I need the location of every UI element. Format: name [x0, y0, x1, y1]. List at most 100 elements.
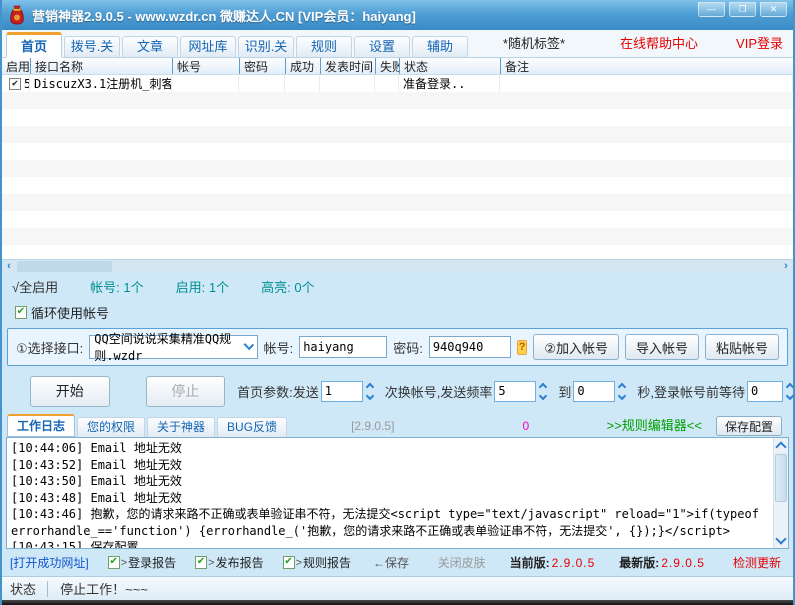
- log-line: [10:43:52] Email 地址无效: [11, 457, 182, 472]
- maximize-icon[interactable]: ❐: [729, 2, 756, 17]
- spin-down-icon[interactable]: [365, 391, 374, 400]
- col-remark[interactable]: 备注: [500, 58, 793, 74]
- tab-permissions[interactable]: 您的权限: [77, 417, 146, 437]
- publish-report-toggle[interactable]: > 发布报告: [192, 554, 264, 571]
- rule-report-toggle[interactable]: > 规则报告: [280, 554, 351, 571]
- col-status[interactable]: 状态: [399, 58, 500, 74]
- close-icon[interactable]: ✕: [760, 2, 787, 17]
- tab-dial[interactable]: 拨号.关: [64, 36, 120, 57]
- current-version-value: 2.9.0.5: [551, 555, 596, 570]
- status-separator: │: [44, 581, 53, 596]
- scroll-right-icon[interactable]: ›: [779, 260, 793, 273]
- col-enable[interactable]: 启用: [2, 58, 30, 74]
- send-count-stepper[interactable]: [365, 382, 374, 400]
- log-line: [10:43:15] 保存配置: [11, 540, 139, 549]
- row-password: [239, 75, 285, 92]
- online-help-link[interactable]: 在线帮助中心: [620, 33, 698, 52]
- login-report-checkbox[interactable]: [107, 556, 120, 569]
- table-header: 启用 接口名称 帐号 密码 成功 发表时间 失败 状态 备注: [2, 58, 793, 75]
- row-enable-checkbox[interactable]: [9, 77, 21, 90]
- current-version-label: 当前版:: [509, 556, 550, 570]
- spin-down-icon[interactable]: [539, 391, 548, 400]
- import-account-button[interactable]: 导入帐号: [624, 334, 699, 360]
- tab-article[interactable]: 文章: [122, 36, 178, 57]
- col-post-time[interactable]: 发表时间: [320, 58, 375, 74]
- vertical-scroll-thumb[interactable]: [775, 454, 787, 502]
- row-fail: [375, 75, 399, 92]
- tab-url-library[interactable]: 网址库: [180, 36, 236, 57]
- send-count-input[interactable]: [320, 380, 363, 402]
- tab-rules[interactable]: 规则: [296, 36, 352, 57]
- frequency-to-input[interactable]: [573, 380, 616, 402]
- frequency-to-stepper[interactable]: [618, 382, 627, 400]
- open-success-urls-link[interactable]: [打开成功网址]: [10, 554, 89, 571]
- horizontal-scrollbar[interactable]: ‹ ›: [2, 259, 793, 273]
- status-text: 停止工作！~~~: [60, 582, 148, 597]
- table-row[interactable]: 5 DiscuzX3.1注册机_刺客.wzdr 准备登录..: [2, 75, 793, 92]
- wait-before-login-input[interactable]: [746, 380, 783, 402]
- rule-report-checkbox[interactable]: [282, 556, 295, 569]
- param1-label: 首页参数:发送: [237, 384, 319, 400]
- window-bottom-edge: [2, 600, 793, 605]
- interface-panel-wrap: ①选择接口: QQ空间说说采集精准QQ规则.wzdr 帐号: 密码: ? ②加入…: [2, 325, 793, 369]
- spin-up-icon[interactable]: [618, 382, 627, 391]
- scroll-up-icon[interactable]: [775, 441, 787, 453]
- vertical-scrollbar[interactable]: [773, 438, 788, 548]
- interface-select[interactable]: QQ空间说说采集精准QQ规则.wzdr: [89, 332, 258, 363]
- start-button[interactable]: 开始: [30, 375, 110, 407]
- tab-about[interactable]: 关于神器: [147, 417, 216, 437]
- spin-up-icon[interactable]: [365, 382, 374, 391]
- log-tab-bar: 工作日志 您的权限 关于神器 BUG反馈 [2.9.0.5] 0 >>规则编辑器…: [2, 413, 793, 437]
- col-fail[interactable]: 失败: [375, 58, 399, 74]
- tab-assist[interactable]: 辅助: [412, 36, 468, 57]
- tab-settings[interactable]: 设置: [354, 36, 410, 57]
- tab-home[interactable]: 首页: [6, 32, 62, 58]
- frequency-input[interactable]: [494, 380, 537, 402]
- window-controls: — ❐ ✕: [698, 2, 787, 17]
- enable-all-label: 全启用: [19, 279, 59, 295]
- tab-recognize[interactable]: 识别.关: [238, 36, 294, 57]
- add-account-button[interactable]: ②加入帐号: [533, 334, 619, 360]
- log-line: [10:43:50] Email 地址无效: [11, 474, 182, 488]
- interface-panel: ①选择接口: QQ空间说说采集精准QQ规则.wzdr 帐号: 密码: ? ②加入…: [7, 328, 788, 366]
- spin-up-icon[interactable]: [785, 382, 795, 391]
- col-account[interactable]: 帐号: [172, 58, 239, 74]
- minimize-icon[interactable]: —: [698, 2, 725, 17]
- save-config-button[interactable]: 保存配置: [715, 416, 782, 436]
- account-input[interactable]: [299, 336, 388, 358]
- close-skin-link[interactable]: 关闭皮肤: [438, 554, 486, 571]
- password-input[interactable]: [428, 336, 511, 358]
- row-enable-cell: 5: [2, 75, 30, 92]
- vip-login-link[interactable]: VIP登录: [736, 33, 783, 52]
- spin-down-icon[interactable]: [785, 391, 795, 400]
- account-label: 帐号:: [263, 340, 294, 356]
- work-log-area[interactable]: [10:44:06] Email 地址无效 [10:43:52] Email 地…: [6, 437, 789, 549]
- tab-bug-feedback[interactable]: BUG反馈: [217, 417, 288, 437]
- rule-editor-link[interactable]: >>规则编辑器<<: [607, 415, 702, 434]
- status-label: 状态: [10, 582, 37, 597]
- frequency-stepper[interactable]: [539, 382, 548, 400]
- wait-stepper[interactable]: [785, 382, 795, 400]
- loop-accounts-checkbox[interactable]: [15, 305, 27, 319]
- horizontal-scroll-thumb[interactable]: [17, 261, 112, 272]
- col-success[interactable]: 成功: [285, 58, 320, 74]
- scroll-left-icon[interactable]: ‹: [2, 260, 16, 273]
- stop-button[interactable]: 停止: [145, 375, 226, 407]
- row-remark: [500, 75, 793, 92]
- col-password[interactable]: 密码: [239, 58, 285, 74]
- paste-account-button[interactable]: 粘贴帐号: [704, 334, 779, 360]
- spin-up-icon[interactable]: [539, 382, 548, 391]
- check-update-link[interactable]: 检测更新: [733, 554, 781, 571]
- login-report-toggle[interactable]: > 登录报告: [105, 554, 176, 571]
- col-interface-name[interactable]: 接口名称: [30, 58, 172, 74]
- scroll-down-icon[interactable]: [775, 533, 787, 545]
- save-hint-label[interactable]: ←保存: [373, 554, 409, 571]
- tab-work-log[interactable]: 工作日志: [7, 414, 76, 437]
- enable-all-toggle[interactable]: √全启用: [12, 277, 58, 296]
- arrow-right-icon: >: [295, 556, 303, 569]
- spin-down-icon[interactable]: [618, 391, 627, 400]
- help-question-icon[interactable]: ?: [516, 339, 528, 355]
- log-line: [10:43:46] 抱歉，您的请求来路不正确或表单验证串不符，无法提交<scr…: [11, 507, 767, 538]
- param3-label: 到: [558, 384, 572, 400]
- publish-report-checkbox[interactable]: [195, 556, 208, 569]
